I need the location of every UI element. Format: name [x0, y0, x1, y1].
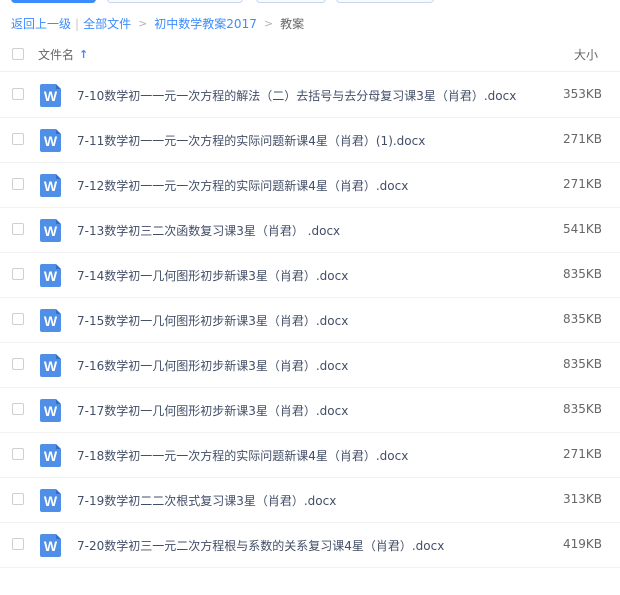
file-row[interactable]: W 7-18数学初一一元一次方程的实际问题新课4星（肖君）.docx 271KB — [0, 433, 620, 478]
breadcrumb-divider: | — [75, 16, 80, 31]
breadcrumb-item-folder[interactable]: 初中数学教案2017 — [154, 15, 257, 32]
file-name-link[interactable]: 7-10数学初一一元一次方程的解法（二）去括号与去分母复习课3星（肖君）.doc… — [77, 87, 516, 104]
row-checkbox[interactable] — [12, 88, 24, 100]
toolbar-button[interactable] — [107, 0, 243, 3]
word-doc-icon: W — [40, 129, 61, 152]
row-checkbox[interactable] — [12, 313, 24, 325]
word-doc-icon: W — [40, 354, 61, 377]
file-row[interactable]: W 7-19数学初二二次根式复习课3星（肖君）.docx 313KB — [0, 478, 620, 523]
file-size: 835KB — [562, 267, 602, 281]
file-size: 271KB — [562, 177, 602, 191]
file-row[interactable]: W 7-12数学初一一元一次方程的实际问题新课4星（肖君）.docx 271KB — [0, 163, 620, 208]
word-doc-icon: W — [40, 489, 61, 512]
row-checkbox[interactable] — [12, 493, 24, 505]
file-size: 271KB — [562, 132, 602, 146]
file-size: 835KB — [562, 357, 602, 371]
file-row[interactable]: W 7-11数学初一一元一次方程的实际问题新课4星（肖君）(1).docx 271K… — [0, 118, 620, 163]
file-name-link[interactable]: 7-17数学初一几何图形初步新课3星（肖君）.docx — [77, 402, 348, 419]
file-row[interactable]: W 7-15数学初一几何图形初步新课3星（肖君）.docx 835KB — [0, 298, 620, 343]
upload-button[interactable] — [11, 0, 96, 3]
row-checkbox[interactable] — [12, 223, 24, 235]
file-size: 541KB — [562, 222, 602, 236]
chevron-right-icon: > — [263, 17, 274, 30]
file-name-link[interactable]: 7-18数学初一一元一次方程的实际问题新课4星（肖君）.docx — [77, 447, 408, 464]
word-doc-icon: W — [40, 534, 61, 557]
select-all-checkbox[interactable] — [12, 48, 24, 60]
word-doc-icon: W — [40, 174, 61, 197]
toolbar-button[interactable] — [256, 0, 326, 3]
file-size: 313KB — [562, 492, 602, 506]
file-name-link[interactable]: 7-12数学初一一元一次方程的实际问题新课4星（肖君）.docx — [77, 177, 408, 194]
row-checkbox[interactable] — [12, 268, 24, 280]
file-row[interactable]: W 7-14数学初一几何图形初步新课3星（肖君）.docx 835KB — [0, 253, 620, 298]
file-name-link[interactable]: 7-13数学初三二次函数复习课3星（肖君） .docx — [77, 222, 340, 239]
word-doc-icon: W — [40, 444, 61, 467]
breadcrumb: 返回上一级 | 全部文件 > 初中数学教案2017 > 教案 — [11, 15, 304, 32]
row-checkbox[interactable] — [12, 448, 24, 460]
chevron-right-icon: > — [138, 17, 148, 30]
word-doc-icon: W — [40, 264, 61, 287]
word-doc-icon: W — [40, 309, 61, 332]
file-size: 835KB — [562, 402, 602, 416]
word-doc-icon: W — [40, 399, 61, 422]
column-header-name-label: 文件名 — [38, 48, 75, 62]
file-list-header: 文件名 ↑ 大小 — [0, 36, 620, 72]
row-checkbox[interactable] — [12, 133, 24, 145]
file-row[interactable]: W 7-20数学初三一元二次方程根与系数的关系复习课4星（肖君）.docx 419K… — [0, 523, 620, 568]
file-size: 271KB — [562, 447, 602, 461]
file-row[interactable]: W 7-16数学初一几何图形初步新课3星（肖君）.docx 835KB — [0, 343, 620, 388]
word-doc-icon: W — [40, 84, 61, 107]
file-row[interactable]: W 7-17数学初一几何图形初步新课3星（肖君）.docx 835KB — [0, 388, 620, 433]
file-name-link[interactable]: 7-15数学初一几何图形初步新课3星（肖君）.docx — [77, 312, 348, 329]
word-doc-icon: W — [40, 219, 61, 242]
toolbar-button[interactable] — [336, 0, 434, 3]
row-checkbox[interactable] — [12, 178, 24, 190]
file-size: 835KB — [562, 312, 602, 326]
file-size: 419KB — [562, 537, 602, 551]
file-name-link[interactable]: 7-16数学初一几何图形初步新课3星（肖君）.docx — [77, 357, 348, 374]
file-name-link[interactable]: 7-19数学初二二次根式复习课3星（肖君）.docx — [77, 492, 336, 509]
toolbar-strip — [0, 0, 620, 4]
row-checkbox[interactable] — [12, 403, 24, 415]
row-checkbox[interactable] — [12, 538, 24, 550]
file-size: 353KB — [562, 87, 602, 101]
file-row[interactable]: W 7-13数学初三二次函数复习课3星（肖君） .docx 541KB — [0, 208, 620, 253]
file-row[interactable]: W 7-10数学初一一元一次方程的解法（二）去括号与去分母复习课3星（肖君）.do… — [0, 73, 620, 118]
file-name-link[interactable]: 7-14数学初一几何图形初步新课3星（肖君）.docx — [77, 267, 348, 284]
back-link[interactable]: 返回上一级 — [11, 15, 71, 32]
row-checkbox[interactable] — [12, 358, 24, 370]
breadcrumb-item-all-files[interactable]: 全部文件 — [83, 15, 131, 32]
file-name-link[interactable]: 7-20数学初三一元二次方程根与系数的关系复习课4星（肖君）.docx — [77, 537, 444, 554]
breadcrumb-item-current: 教案 — [280, 17, 305, 31]
column-header-size[interactable]: 大小 — [574, 46, 598, 63]
file-name-link[interactable]: 7-11数学初一一元一次方程的实际问题新课4星（肖君）(1).docx — [77, 132, 425, 149]
column-header-name[interactable]: 文件名 ↑ — [38, 46, 88, 63]
sort-ascending-icon[interactable]: ↑ — [79, 48, 88, 61]
